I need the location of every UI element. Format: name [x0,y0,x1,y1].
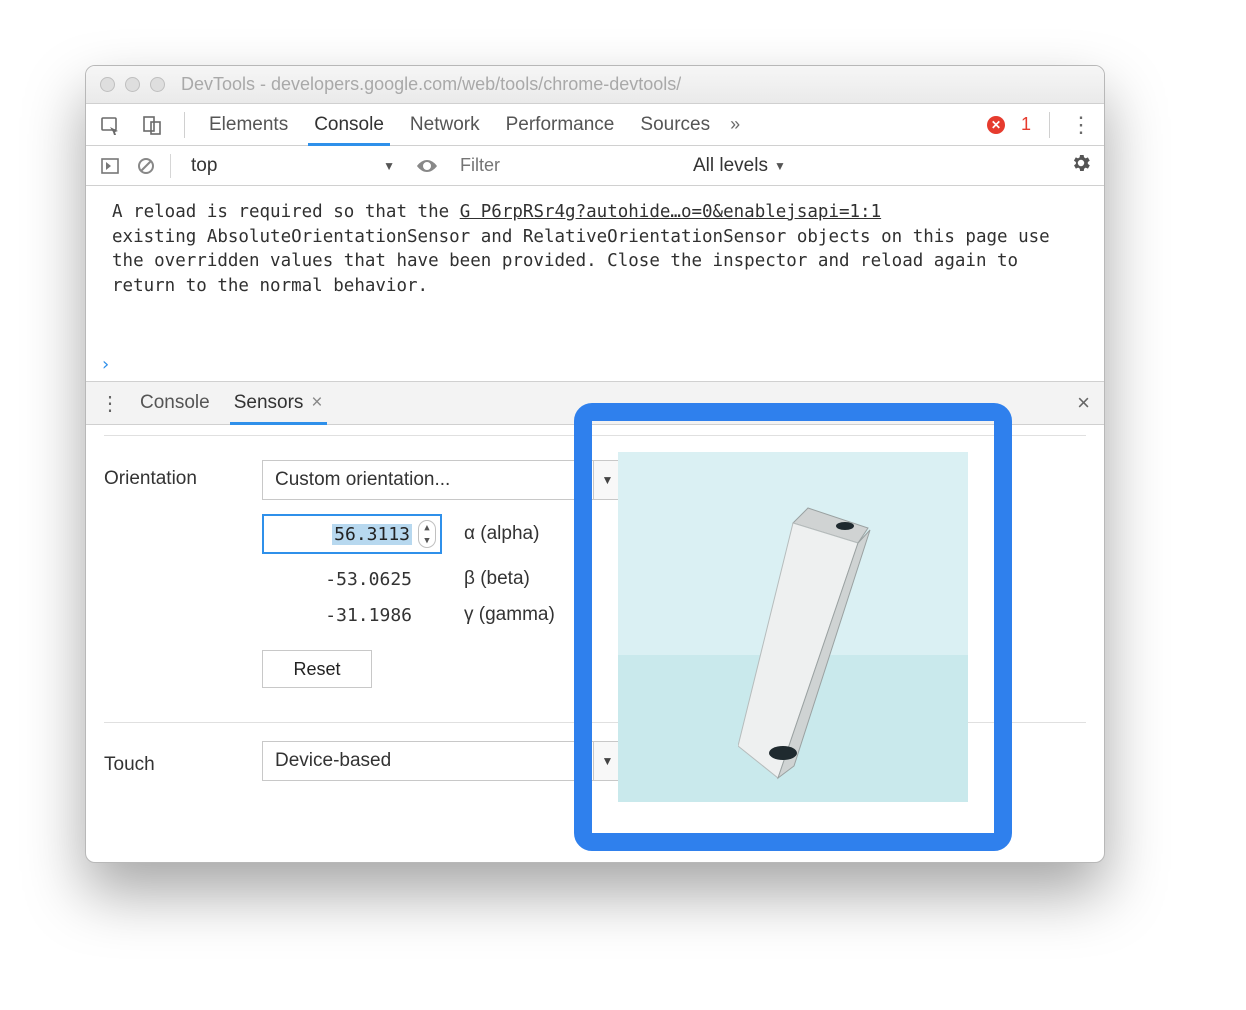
alpha-stepper[interactable]: ▲▼ [418,520,436,548]
tab-sources[interactable]: Sources [634,104,716,146]
close-tab-icon[interactable]: × [311,392,322,414]
beta-input[interactable]: -53.0625 [262,569,442,590]
phone-model-icon[interactable] [738,498,908,798]
console-output: A reload is required so that the G P6rpR… [86,186,1104,354]
live-expression-eye-icon[interactable] [415,154,439,178]
step-down-icon[interactable]: ▼ [419,534,435,547]
log-levels-select[interactable]: All levels ▼ [693,155,786,177]
step-up-icon[interactable]: ▲ [419,521,435,534]
sensors-pane: Orientation Custom orientation... ▼ 56.3… [86,425,1104,863]
minimize-window-icon[interactable] [125,77,140,92]
tab-elements[interactable]: Elements [203,104,294,146]
titlebar: DevTools - developers.google.com/web/too… [86,66,1104,104]
context-select-value: top [191,155,217,177]
tab-console[interactable]: Console [308,104,390,146]
console-settings-gear-icon[interactable] [1070,152,1092,179]
chevron-down-icon: ▼ [383,159,395,173]
more-tabs-icon[interactable]: » [730,114,740,135]
source-link[interactable]: G P6rpRSr4g?autohide…o=0&enablejsapi=1:1 [460,202,881,222]
console-toolbar: top ▼ All levels ▼ [86,146,1104,186]
close-window-icon[interactable] [100,77,115,92]
tab-performance[interactable]: Performance [500,104,621,146]
divider [184,112,185,138]
zoom-window-icon[interactable] [150,77,165,92]
tab-network[interactable]: Network [404,104,486,146]
toggle-device-icon[interactable] [138,111,166,139]
gamma-label: γ (gamma) [464,604,555,626]
inspect-element-icon[interactable] [96,111,124,139]
touch-select-value: Device-based [275,750,391,772]
alpha-value: 56.3113 [332,524,412,545]
divider [1049,112,1050,138]
kebab-menu-icon[interactable]: ⋮ [1068,112,1094,138]
filter-input[interactable] [451,150,681,181]
alpha-label: α (alpha) [464,523,539,545]
touch-label: Touch [104,746,244,776]
gamma-input[interactable]: -31.1986 [262,605,442,626]
divider [170,154,171,178]
reset-button[interactable]: Reset [262,650,372,688]
error-count[interactable]: 1 [1021,114,1031,135]
main-tabbar: Elements Console Network Performance Sou… [86,104,1104,146]
alpha-input[interactable]: 56.3113 ▲▼ [262,514,442,554]
console-message: A reload is required so that the G P6rpR… [112,200,1086,298]
drawer-menu-icon[interactable]: ⋮ [100,391,120,416]
drawer-tab-sensors-label: Sensors [234,392,304,414]
clear-console-icon[interactable] [134,154,158,178]
orientation-preview[interactable] [618,452,968,802]
drawer-tab-sensors[interactable]: Sensors × [230,381,327,425]
drawer-tab-console[interactable]: Console [136,381,214,425]
context-select[interactable]: top ▼ [183,153,403,179]
orientation-preview-highlight [574,403,1012,851]
chevron-down-icon: ▼ [774,159,786,173]
close-drawer-icon[interactable]: × [1077,390,1090,416]
devtools-window: DevTools - developers.google.com/web/too… [85,65,1105,863]
log-levels-label: All levels [693,155,768,177]
console-prompt[interactable]: › [86,354,1104,381]
window-title: DevTools - developers.google.com/web/too… [181,74,681,95]
error-badge-icon[interactable]: ✕ [987,116,1005,134]
touch-select[interactable]: Device-based ▼ [262,741,622,781]
orientation-select[interactable]: Custom orientation... ▼ [262,460,622,500]
orientation-label: Orientation [104,460,244,490]
toggle-sidebar-icon[interactable] [98,154,122,178]
beta-label: β (beta) [464,568,530,590]
traffic-lights [100,77,165,92]
orientation-select-value: Custom orientation... [275,469,450,491]
